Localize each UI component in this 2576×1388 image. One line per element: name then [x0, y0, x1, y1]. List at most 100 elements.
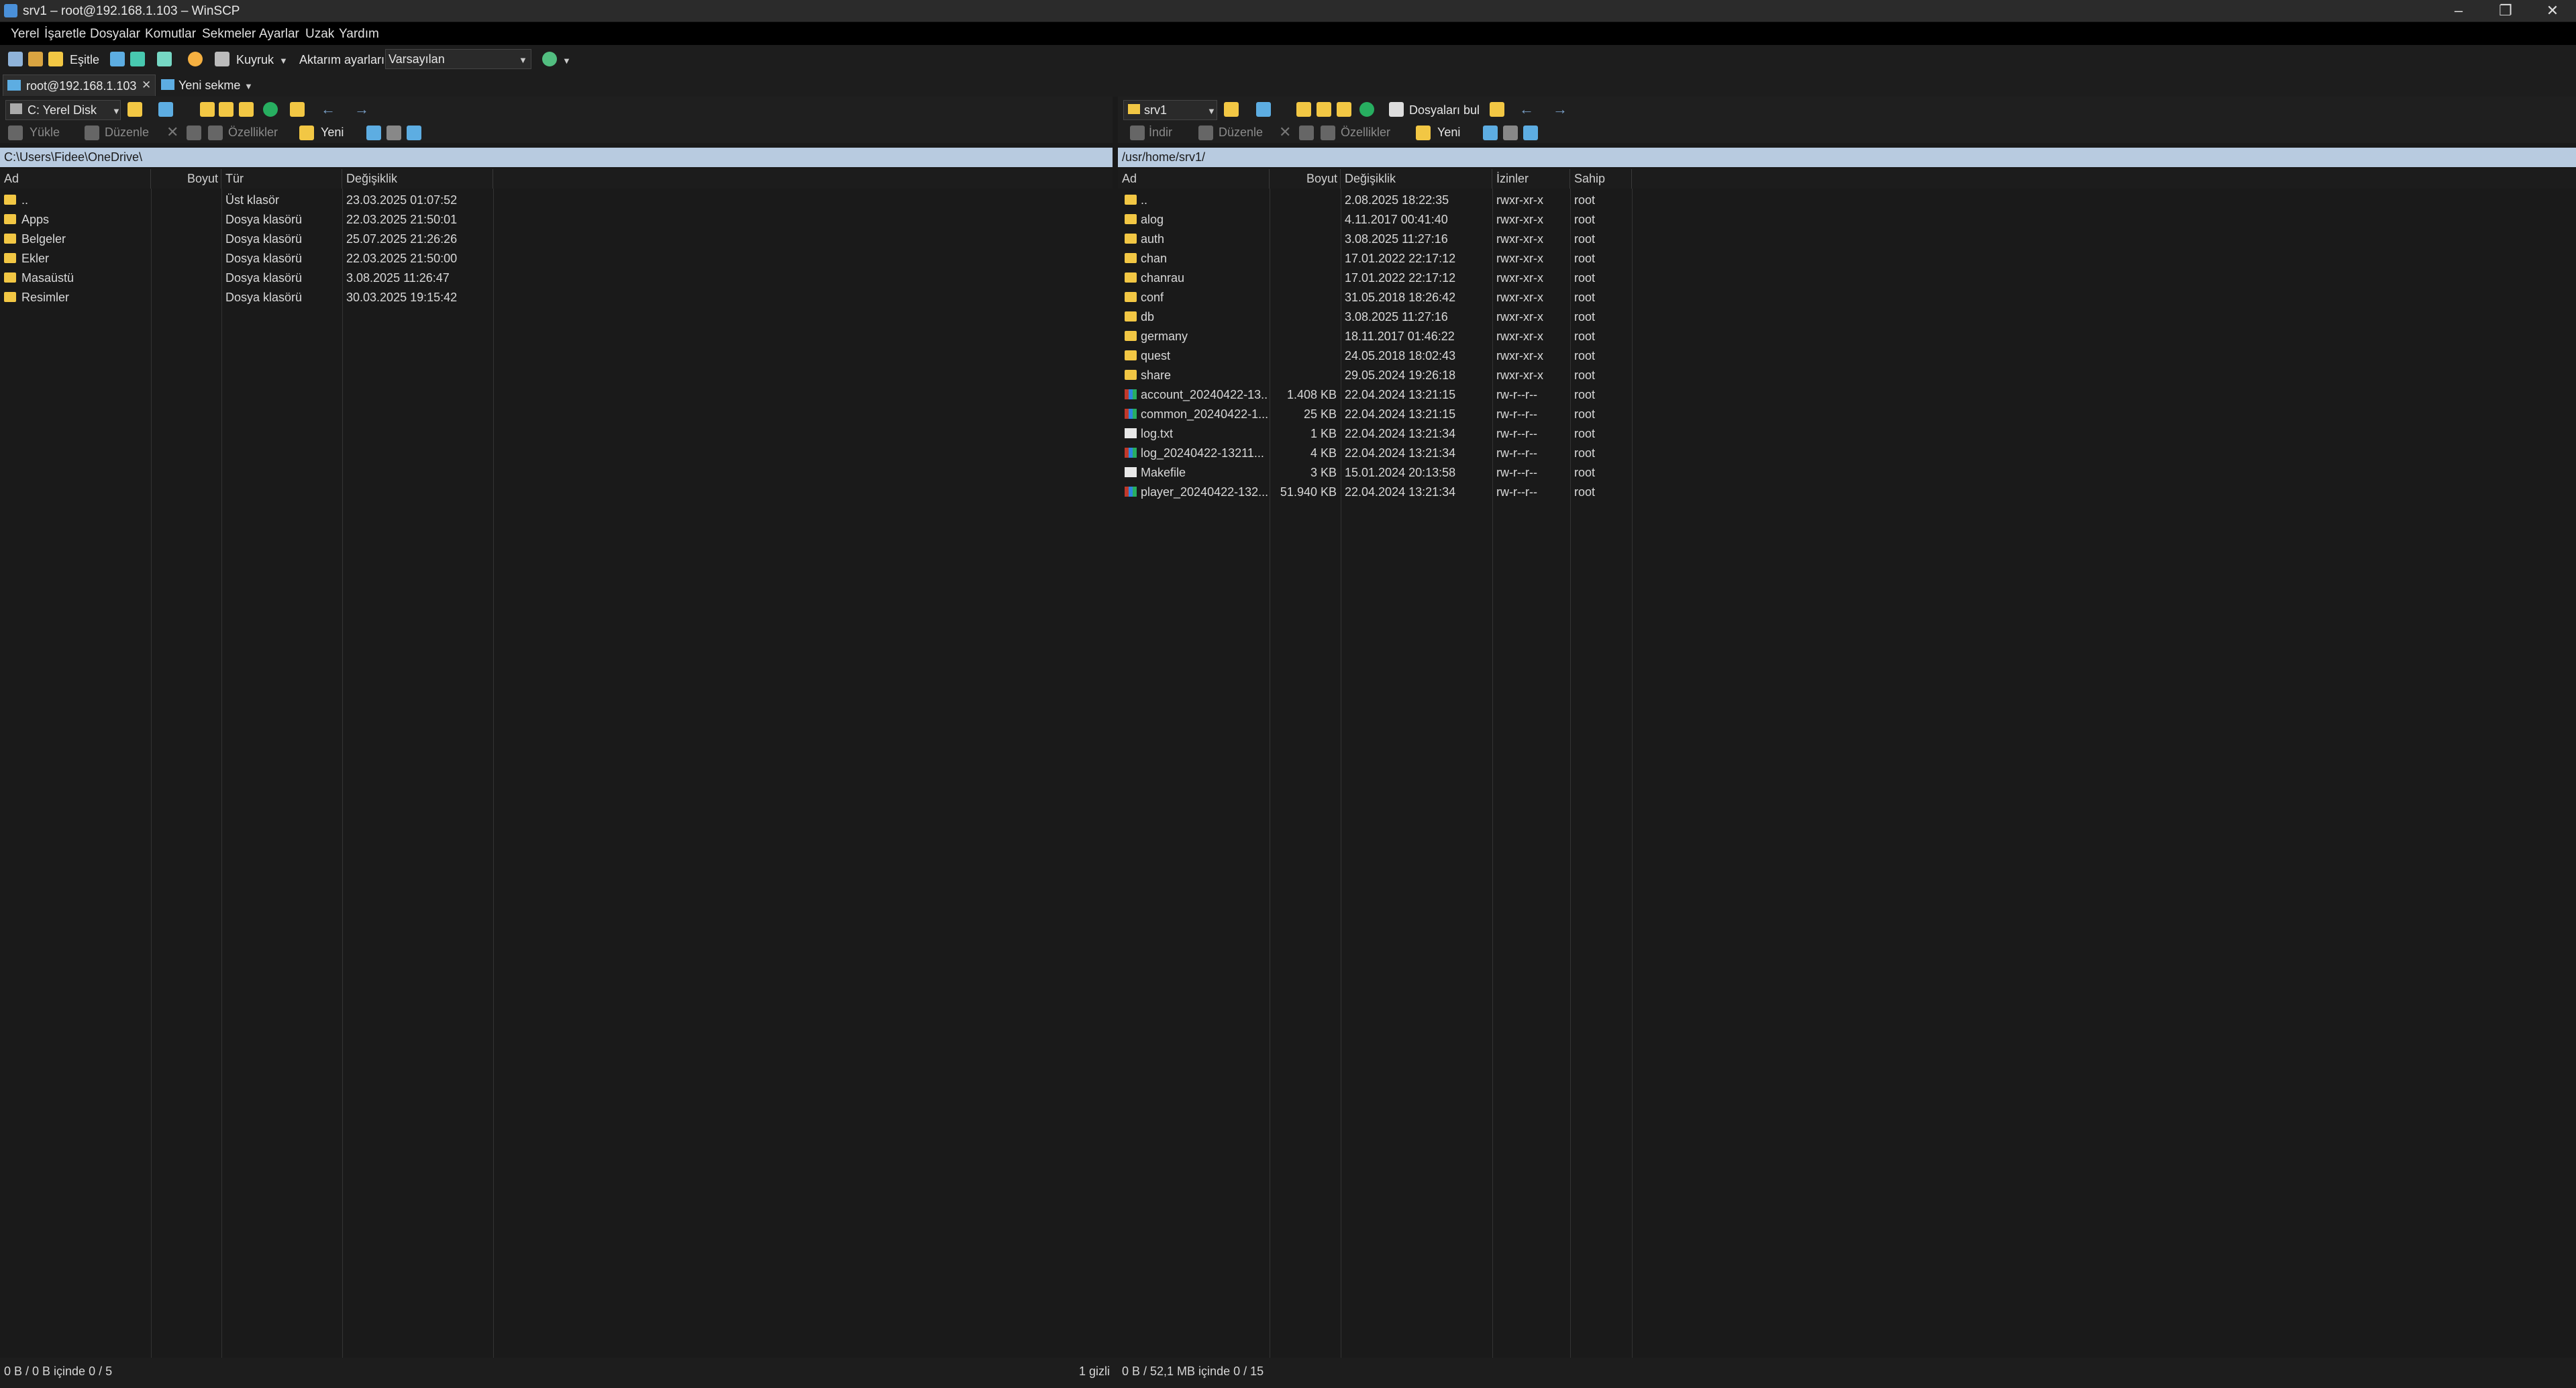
- table-row[interactable]: Ekler Dosya klasörü 22.03.2025 21:50:00: [0, 249, 493, 268]
- left-drive-select[interactable]: C: Yerel Disk ▼: [5, 100, 121, 120]
- table-row[interactable]: alog 4.11.2017 00:41:40 rwxr-xr-x root: [1118, 210, 1632, 230]
- parent-directory-icon[interactable]: [1296, 102, 1311, 117]
- forward-arrow-icon[interactable]: →: [1553, 101, 1567, 118]
- left-col-size[interactable]: Boyut: [151, 169, 221, 189]
- table-row[interactable]: .. 2.08.2025 18:22:35 rwxr-xr-x root: [1118, 191, 1632, 210]
- left-path-bar[interactable]: C:\Users\Fidee\OneDrive\: [0, 148, 1113, 167]
- maximize-button[interactable]: ❐: [2482, 0, 2529, 21]
- properties-button[interactable]: Özellikler: [1341, 126, 1390, 140]
- menu-help[interactable]: Yardım: [339, 27, 379, 42]
- queue-dropdown-icon[interactable]: ▼: [279, 56, 288, 66]
- close-button[interactable]: ✕: [2529, 0, 2576, 21]
- panel-splitter[interactable]: [1113, 143, 1118, 1358]
- menu-tabs[interactable]: Sekmeler: [202, 27, 256, 42]
- menu-local[interactable]: Yerel: [11, 27, 40, 42]
- left-col-type[interactable]: Tür: [221, 169, 342, 189]
- upload-button[interactable]: Yükle: [30, 126, 60, 140]
- menu-options[interactable]: Ayarlar: [259, 27, 299, 42]
- menu-remote[interactable]: Uzak: [305, 27, 334, 42]
- table-row[interactable]: .. Üst klasör 23.03.2025 01:07:52: [0, 191, 493, 210]
- download-button[interactable]: İndir: [1149, 126, 1172, 140]
- menu-commands[interactable]: Komutlar: [145, 27, 196, 42]
- open-folder-icon[interactable]: [1224, 102, 1239, 117]
- table-row[interactable]: share 29.05.2024 19:26:18 rwxr-xr-x root: [1118, 366, 1632, 385]
- select-all-icon[interactable]: [1483, 126, 1498, 140]
- forward-arrow-icon[interactable]: →: [354, 101, 369, 118]
- back-arrow-icon[interactable]: ←: [1519, 101, 1534, 118]
- table-row[interactable]: Masaüstü Dosya klasörü 3.08.2025 11:26:47: [0, 268, 493, 288]
- bookmarks-icon[interactable]: [1490, 102, 1504, 117]
- table-row[interactable]: germany 18.11.2017 01:46:22 rwxr-xr-x root: [1118, 327, 1632, 346]
- filter-icon[interactable]: [158, 102, 173, 117]
- properties-button[interactable]: Özellikler: [228, 126, 278, 140]
- home-icon[interactable]: [1337, 102, 1351, 117]
- synchronize-browsing-icon[interactable]: [28, 52, 43, 66]
- back-arrow-icon[interactable]: ←: [321, 101, 336, 118]
- right-col-size[interactable]: Boyut: [1270, 169, 1341, 189]
- table-row[interactable]: log_20240422-13211... 4 KB 22.04.2024 13:2…: [1118, 444, 1632, 463]
- delete-icon[interactable]: ✕: [166, 123, 178, 141]
- putty-icon[interactable]: [157, 52, 172, 66]
- edit-button[interactable]: Düzenle: [105, 126, 149, 140]
- rename-icon[interactable]: [1299, 126, 1314, 140]
- refresh-icon[interactable]: [1359, 102, 1374, 117]
- table-row[interactable]: quest 24.05.2018 18:02:43 rwxr-xr-x root: [1118, 346, 1632, 366]
- open-terminal-icon[interactable]: [130, 52, 145, 66]
- table-row[interactable]: Belgeler Dosya klasörü 25.07.2025 21:26:26: [0, 230, 493, 249]
- table-row[interactable]: conf 31.05.2018 18:26:42 rwxr-xr-x root: [1118, 288, 1632, 307]
- new-button[interactable]: Yeni: [1437, 126, 1460, 140]
- table-row[interactable]: Makefile 3 KB 15.01.2024 20:13:58 rw-r--r--…: [1118, 463, 1632, 483]
- table-row[interactable]: Apps Dosya klasörü 22.03.2025 21:50:01: [0, 210, 493, 230]
- gear-icon[interactable]: [188, 52, 203, 66]
- parent-directory-icon[interactable]: [200, 102, 215, 117]
- table-row[interactable]: log.txt 1 KB 22.04.2024 13:21:34 rw-r--r-- r…: [1118, 424, 1632, 444]
- bookmarks-icon[interactable]: [290, 102, 305, 117]
- table-row[interactable]: chanrau 17.01.2022 22:17:12 rwxr-xr-x root: [1118, 268, 1632, 288]
- tab-new[interactable]: Yeni sekme ▼: [158, 75, 256, 95]
- left-col-modified[interactable]: Değişiklik: [342, 169, 493, 189]
- keep-remote-up-to-date-icon[interactable]: [110, 52, 125, 66]
- transfer-preset-icon[interactable]: [542, 52, 557, 66]
- root-directory-icon[interactable]: [219, 102, 234, 117]
- delete-icon[interactable]: ✕: [1279, 123, 1291, 141]
- minimize-button[interactable]: –: [2435, 0, 2482, 21]
- right-col-modified[interactable]: Değişiklik: [1341, 169, 1492, 189]
- right-site-select[interactable]: srv1 ▼: [1123, 100, 1217, 120]
- home-icon[interactable]: [239, 102, 254, 117]
- table-row[interactable]: player_20240422-132... 51.940 KB 22.04.202…: [1118, 483, 1632, 502]
- unselect-icon[interactable]: [1503, 126, 1518, 140]
- right-col-name[interactable]: Ad: [1118, 169, 1270, 189]
- menu-files[interactable]: Dosyalar: [90, 27, 140, 42]
- preset-dropdown-icon[interactable]: ▼: [562, 56, 571, 66]
- rename-icon[interactable]: [187, 126, 201, 140]
- filter-icon[interactable]: [1256, 102, 1271, 117]
- table-row[interactable]: auth 3.08.2025 11:27:16 rwxr-xr-x root: [1118, 230, 1632, 249]
- table-row[interactable]: account_20240422-13... 1.408 KB 22.04.2024…: [1118, 385, 1632, 405]
- unselect-icon[interactable]: [387, 126, 401, 140]
- select-all-icon[interactable]: [366, 126, 381, 140]
- queue-button[interactable]: Kuyruk: [236, 53, 274, 67]
- refresh-icon[interactable]: [263, 102, 278, 117]
- table-row[interactable]: common_20240422-1... 25 KB 22.04.2024 13:2…: [1118, 405, 1632, 424]
- edit-button[interactable]: Düzenle: [1219, 126, 1263, 140]
- right-path-bar[interactable]: /usr/home/srv1/: [1118, 148, 2576, 167]
- tab-session[interactable]: root@192.168.1.103 ✕: [3, 75, 156, 96]
- open-folder-icon[interactable]: [127, 102, 142, 117]
- right-col-owner[interactable]: Sahip: [1570, 169, 1632, 189]
- compare-directories-icon[interactable]: [8, 52, 23, 66]
- table-row[interactable]: Resimler Dosya klasörü 30.03.2025 19:15:42: [0, 288, 493, 307]
- left-hidden-count[interactable]: 1 gizli: [1079, 1365, 1110, 1379]
- left-col-name[interactable]: Ad: [0, 169, 151, 189]
- close-tab-icon[interactable]: ✕: [142, 79, 151, 92]
- new-tab-dropdown-icon[interactable]: ▼: [244, 81, 253, 91]
- find-files-button[interactable]: Dosyaları bul: [1409, 103, 1480, 117]
- invert-selection-icon[interactable]: [407, 126, 421, 140]
- right-col-permissions[interactable]: İzinler: [1492, 169, 1570, 189]
- root-directory-icon[interactable]: [1317, 102, 1331, 117]
- synchronize-button[interactable]: Eşitle: [70, 53, 99, 67]
- new-button[interactable]: Yeni: [321, 126, 344, 140]
- transfer-settings-select[interactable]: Varsayılan ▼: [385, 49, 531, 69]
- table-row[interactable]: db 3.08.2025 11:27:16 rwxr-xr-x root: [1118, 307, 1632, 327]
- table-row[interactable]: chan 17.01.2022 22:17:12 rwxr-xr-x root: [1118, 249, 1632, 268]
- invert-selection-icon[interactable]: [1523, 126, 1538, 140]
